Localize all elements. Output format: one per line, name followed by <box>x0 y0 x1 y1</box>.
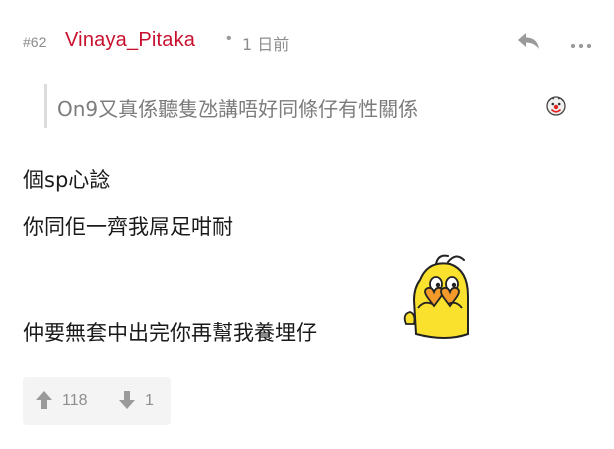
reply-button[interactable] <box>516 30 542 52</box>
downvote-count: 1 <box>145 392 154 409</box>
upvote-count: 118 <box>62 392 88 409</box>
post-timestamp: 1 日前 <box>242 35 290 54</box>
more-dots-icon <box>570 43 592 49</box>
thumb-arrow-down-icon <box>119 391 135 409</box>
quote-text: On9又真係聽隻氹講唔好同條仔有性關係 <box>57 97 419 121</box>
banana-character-sticker <box>403 254 469 339</box>
more-options-button[interactable] <box>569 36 595 49</box>
quoted-reply: On9又真係聽隻氹講唔好同條仔有性關係 <box>44 84 567 128</box>
vote-bar: 118 1 <box>23 377 171 425</box>
thumb-arrow-up-icon <box>36 391 52 409</box>
post-body-line-3: 仲要無套中出完你再幫我養埋仔 <box>23 321 317 345</box>
meta-separator: • <box>226 30 232 47</box>
post-body-line-1: 個sp心諗 <box>23 168 111 192</box>
post-body-line-2: 你同佢一齊我屌足咁耐 <box>23 215 233 239</box>
clown-face-icon <box>546 96 566 116</box>
post-number[interactable]: #62 <box>23 34 46 50</box>
post-header: #62 Vinaya_Pitaka • 1 日前 <box>23 26 598 56</box>
username-link[interactable]: Vinaya_Pitaka <box>65 29 195 52</box>
reply-arrow-icon <box>518 33 539 49</box>
